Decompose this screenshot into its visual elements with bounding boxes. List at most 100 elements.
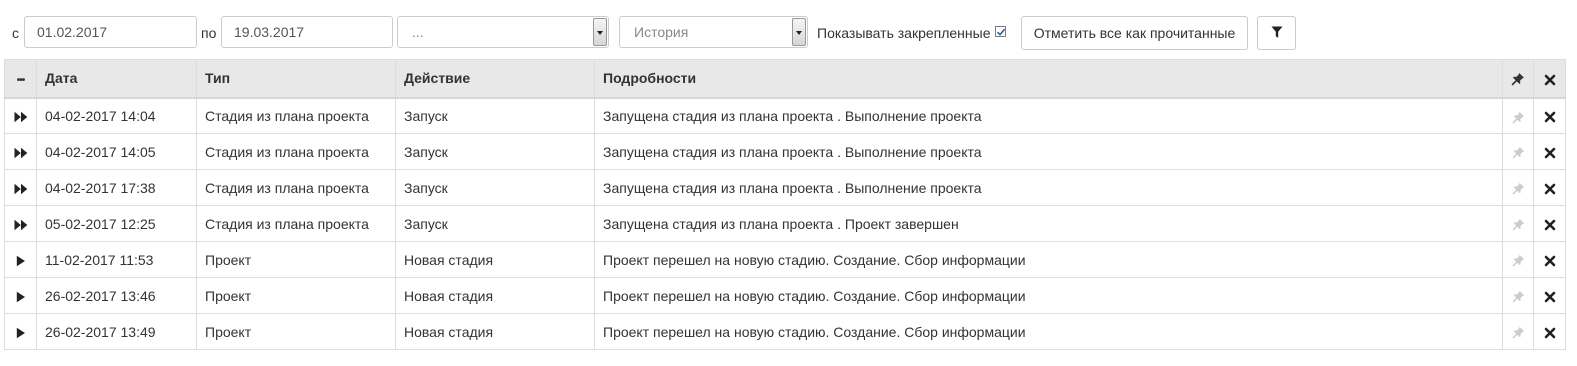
delete-cell[interactable] (1533, 133, 1566, 170)
show-pinned-label: Показывать закрепленные (817, 25, 991, 41)
close-icon[interactable] (1544, 324, 1556, 340)
mark-all-read-button[interactable]: Отметить все как прочитанные (1021, 16, 1248, 50)
cell-date: 11-02-2017 11:53 (36, 241, 197, 278)
play-icon[interactable] (16, 324, 26, 340)
expand-cell[interactable] (4, 205, 37, 242)
fast-forward-icon[interactable] (14, 180, 28, 196)
fast-forward-icon[interactable] (14, 108, 28, 124)
table-row[interactable]: 26-02-2017 13:49 Проект Новая стадия Проект… (4, 313, 1566, 350)
pin-icon[interactable] (1511, 72, 1525, 86)
fast-forward-icon[interactable] (14, 216, 28, 232)
expand-cell[interactable] (4, 169, 37, 206)
cell-details: Проект перешел на новую стадию. Создание… (594, 241, 1503, 278)
show-pinned-checkbox[interactable] (995, 26, 1006, 37)
fast-forward-icon[interactable] (14, 144, 28, 160)
cell-action: Запуск (395, 133, 595, 170)
cell-type: Проект (196, 241, 396, 278)
column-header-type[interactable]: Тип (196, 59, 396, 99)
cell-details: Запущена стадия из плана проекта . Выпол… (594, 169, 1503, 206)
pin-icon[interactable] (1512, 144, 1525, 160)
table-row[interactable]: 26-02-2017 13:46 Проект Новая стадия Проект… (4, 277, 1566, 314)
cell-type: Проект (196, 313, 396, 350)
expand-cell[interactable] (4, 133, 37, 170)
delete-cell[interactable] (1533, 205, 1566, 242)
pin-cell[interactable] (1502, 169, 1534, 206)
more-icon[interactable]: ••• (17, 75, 25, 86)
column-header-details[interactable]: Подробности (594, 59, 1503, 99)
play-icon[interactable] (16, 288, 26, 304)
pin-icon[interactable] (1512, 180, 1525, 196)
close-icon[interactable] (1544, 216, 1556, 232)
filter-button[interactable] (1257, 16, 1296, 50)
table-row[interactable]: 11-02-2017 11:53 Проект Новая стадия Проект… (4, 241, 1566, 278)
events-page: с 01.02.2017 по 19.03.2017 ... История П… (0, 0, 1577, 366)
date-from-label: с (12, 25, 19, 41)
cell-action: Запуск (395, 97, 595, 134)
delete-cell[interactable] (1533, 169, 1566, 206)
close-icon[interactable] (1544, 180, 1556, 196)
column-header-action[interactable]: Действие (395, 59, 595, 99)
close-icon[interactable] (1544, 74, 1556, 86)
cell-type: Стадия из плана проекта (196, 169, 396, 206)
delete-cell[interactable] (1533, 241, 1566, 278)
pin-icon[interactable] (1512, 216, 1525, 232)
close-icon[interactable] (1544, 108, 1556, 124)
cell-type: Проект (196, 277, 396, 314)
pin-icon[interactable] (1512, 108, 1525, 124)
expand-cell[interactable] (4, 277, 37, 314)
table-row[interactable]: 04-02-2017 17:38 Стадия из плана проекта З… (4, 169, 1566, 206)
chevron-down-icon[interactable] (792, 18, 806, 46)
cell-action: Новая стадия (395, 313, 595, 350)
pin-icon[interactable] (1512, 324, 1525, 340)
table-header-row: ••• Дата Тип Действие Подробности (4, 59, 1566, 99)
chevron-down-icon[interactable] (593, 18, 607, 46)
events-table: ••• Дата Тип Действие Подробности 04-02-… (4, 59, 1566, 350)
pin-cell[interactable] (1502, 133, 1534, 170)
cell-type: Стадия из плана проекта (196, 133, 396, 170)
cell-type: Стадия из плана проекта (196, 205, 396, 242)
expand-cell[interactable] (4, 97, 37, 134)
table-row[interactable]: 04-02-2017 14:04 Стадия из плана проекта З… (4, 97, 1566, 134)
pin-cell[interactable] (1502, 97, 1534, 134)
column-header-delete[interactable] (1533, 59, 1566, 99)
cell-action: Новая стадия (395, 241, 595, 278)
delete-cell[interactable] (1533, 313, 1566, 350)
cell-action: Новая стадия (395, 277, 595, 314)
table-body: 04-02-2017 14:04 Стадия из плана проекта З… (4, 97, 1566, 350)
close-icon[interactable] (1544, 252, 1556, 268)
history-select-value: История (634, 24, 689, 40)
cell-action: Запуск (395, 205, 595, 242)
cell-type: Стадия из плана проекта (196, 97, 396, 134)
pin-cell[interactable] (1502, 277, 1534, 314)
expand-cell[interactable] (4, 313, 37, 350)
pin-icon[interactable] (1512, 288, 1525, 304)
date-from-input[interactable]: 01.02.2017 (24, 16, 197, 48)
cell-date: 04-02-2017 14:05 (36, 133, 197, 170)
cell-date: 04-02-2017 17:38 (36, 169, 197, 206)
date-to-input[interactable]: 19.03.2017 (221, 16, 393, 48)
close-icon[interactable] (1544, 288, 1556, 304)
filter-bar: с 01.02.2017 по 19.03.2017 ... История П… (0, 0, 1577, 58)
pin-cell[interactable] (1502, 205, 1534, 242)
checkmark-icon (996, 28, 1006, 36)
table-row[interactable]: 05-02-2017 12:25 Стадия из плана проекта З… (4, 205, 1566, 242)
play-icon[interactable] (16, 252, 26, 268)
history-select[interactable]: История (619, 16, 808, 48)
pin-cell[interactable] (1502, 241, 1534, 278)
cell-date: 26-02-2017 13:46 (36, 277, 197, 314)
column-header-pin[interactable] (1502, 59, 1534, 99)
delete-cell[interactable] (1533, 97, 1566, 134)
cell-date: 04-02-2017 14:04 (36, 97, 197, 134)
column-menu-header[interactable]: ••• (4, 59, 37, 99)
cell-details: Запущена стадия из плана проекта . Выпол… (594, 133, 1503, 170)
cell-date: 05-02-2017 12:25 (36, 205, 197, 242)
pin-cell[interactable] (1502, 313, 1534, 350)
close-icon[interactable] (1544, 144, 1556, 160)
pin-icon[interactable] (1512, 252, 1525, 268)
cell-details: Запущена стадия из плана проекта . Выпол… (594, 97, 1503, 134)
delete-cell[interactable] (1533, 277, 1566, 314)
column-header-date[interactable]: Дата (36, 59, 197, 99)
expand-cell[interactable] (4, 241, 37, 278)
object-select[interactable]: ... (397, 16, 609, 48)
table-row[interactable]: 04-02-2017 14:05 Стадия из плана проекта З… (4, 133, 1566, 170)
